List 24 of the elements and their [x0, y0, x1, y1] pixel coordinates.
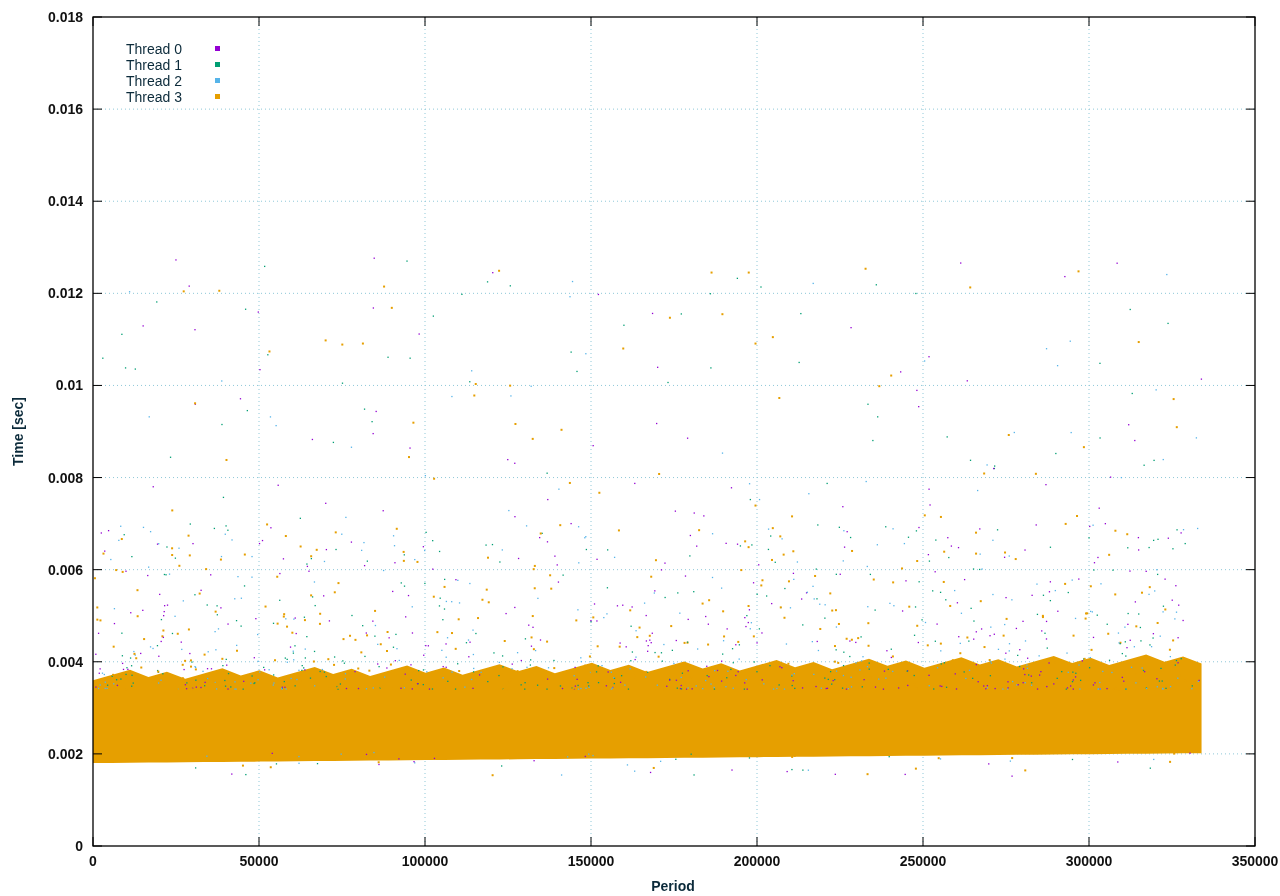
x-tick-label: 300000	[1065, 853, 1113, 869]
y-tick-label: 0.008	[47, 469, 83, 486]
y-tick-label: 0.016	[47, 101, 83, 118]
y-tick-label: 0.012	[47, 285, 83, 302]
y-tick-label: 0.014	[47, 193, 83, 210]
x-tick-label: 0	[89, 853, 97, 869]
x-tick-label: 50000	[239, 853, 279, 869]
x-axis-label: Period	[651, 878, 695, 894]
y-tick-label: 0.018	[47, 9, 83, 25]
legend-label: Thread 2	[126, 73, 183, 89]
y-tick-label: 0	[75, 838, 83, 854]
y-tick-label: 0.004	[47, 653, 83, 670]
x-tick-label: 150000	[567, 853, 615, 869]
legend-label: Thread 3	[126, 89, 183, 105]
legend-label: Thread 1	[126, 57, 183, 73]
x-tick-label: 100000	[401, 853, 449, 869]
y-axis-label: Time [sec]	[10, 397, 26, 466]
y-tick-label: 0.002	[47, 745, 83, 762]
y-tick-label: 0.006	[47, 561, 83, 578]
x-tick-label: 250000	[899, 853, 947, 869]
y-tick-label: 0.01	[55, 377, 83, 394]
legend-label: Thread 0	[126, 41, 183, 57]
x-tick-label: 200000	[733, 853, 781, 869]
x-tick-label: 350000	[1231, 853, 1279, 869]
